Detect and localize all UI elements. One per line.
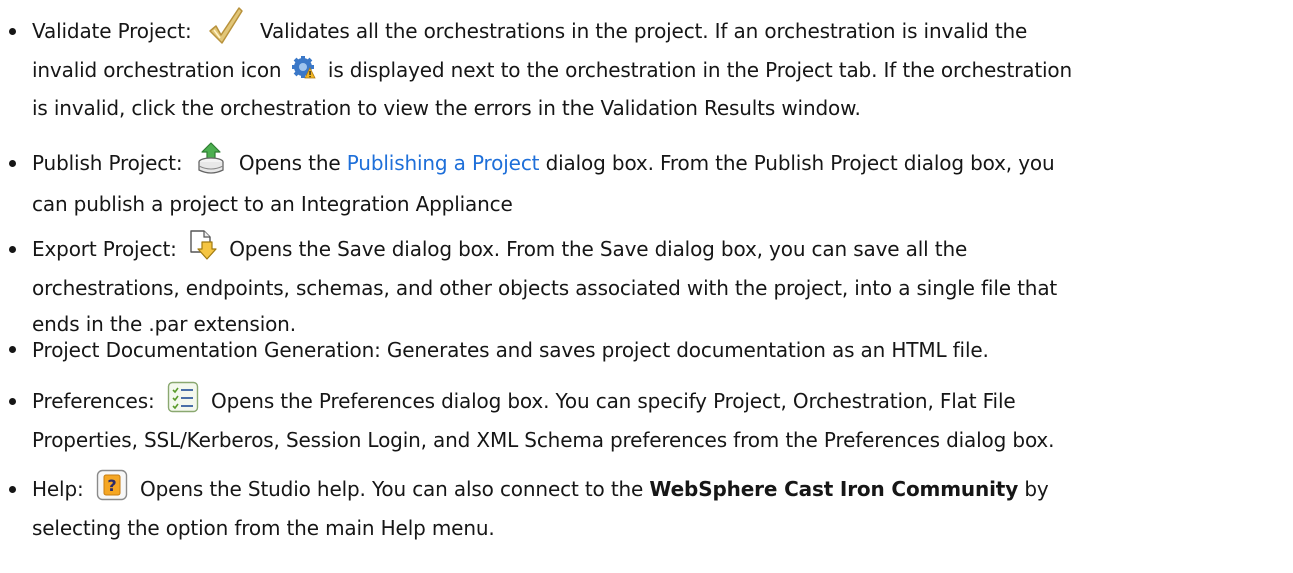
publishing-a-project-link[interactable]: Publishing a Project: [347, 151, 540, 175]
line: Validate Project: Validates all the orch…: [0, 6, 1275, 56]
list-item-publish-project: Publish Project: Opens the Publishing a …: [0, 140, 1275, 222]
line: Help: ? Opens the Studio help. You can a…: [0, 464, 1275, 514]
item-label: Publish Project:: [32, 151, 183, 175]
item-label: Export Project:: [32, 237, 177, 261]
item-text: Project Documentation Generation: Genera…: [32, 338, 989, 362]
item-text: is displayed next to the orchestration i…: [327, 58, 1073, 82]
export-icon[interactable]: [189, 229, 217, 260]
item-text: dialog box. From the Publish Project dia…: [545, 151, 1055, 175]
line: Export Project: Opens the Save dialog bo…: [0, 224, 1275, 274]
item-text: Opens the Preferences dialog box. You ca…: [211, 389, 1016, 413]
preferences-icon[interactable]: [167, 381, 199, 413]
line: Project Documentation Generation: Genera…: [0, 332, 1275, 368]
svg-text:?: ?: [107, 476, 116, 495]
line: is invalid, click the orchestration to v…: [0, 90, 1275, 126]
list-item-export-project: Export Project: Opens the Save dialog bo…: [0, 224, 1275, 342]
item-text: can publish a project to an Integration …: [32, 192, 513, 216]
line: orchestrations, endpoints, schemas, and …: [0, 270, 1275, 306]
line: selecting the option from the main Help …: [0, 510, 1275, 546]
item-text: Validates all the orchestrations in the …: [260, 19, 1028, 43]
line: Properties, SSL/Kerberos, Session Login,…: [0, 422, 1275, 458]
list-item-project-documentation-generation: Project Documentation Generation: Genera…: [0, 332, 1275, 368]
invalid-orchestration-icon: [291, 55, 316, 80]
inline-prefix: invalid orchestration icon: [32, 58, 282, 82]
publish-icon[interactable]: [195, 141, 227, 176]
item-text: is invalid, click the orchestration to v…: [32, 96, 861, 120]
item-label: Help:: [32, 477, 84, 501]
line: Preferences: Opens the Preferences dialo…: [0, 376, 1275, 426]
item-text: selecting the option from the main Help …: [32, 516, 495, 540]
list-item-validate-project: Validate Project: Validates all the orch…: [0, 6, 1275, 126]
item-label: Validate Project:: [32, 19, 192, 43]
item-label: Preferences:: [32, 389, 155, 413]
community-name: WebSphere Cast Iron Community: [649, 477, 1019, 501]
item-text: Opens the Studio help. You can also conn…: [140, 477, 644, 501]
item-text: Opens the Save dialog box. From the Save…: [229, 237, 968, 261]
item-text: by: [1024, 477, 1049, 501]
line: can publish a project to an Integration …: [0, 186, 1275, 222]
item-text: Properties, SSL/Kerberos, Session Login,…: [32, 428, 1055, 452]
item-text: Opens the: [238, 151, 341, 175]
line: invalid orchestration icon is displayed …: [0, 50, 1275, 90]
list-item-help: Help: ? Opens the Studio help. You can a…: [0, 464, 1275, 546]
help-icon[interactable]: ?: [96, 469, 128, 501]
line: Publish Project: Opens the Publishing a …: [0, 140, 1275, 186]
help-document: Validate Project: Validates all the orch…: [0, 0, 1293, 573]
list-item-preferences: Preferences: Opens the Preferences dialo…: [0, 376, 1275, 458]
item-text: orchestrations, endpoints, schemas, and …: [32, 276, 1058, 300]
checkmark-icon[interactable]: [206, 5, 244, 45]
